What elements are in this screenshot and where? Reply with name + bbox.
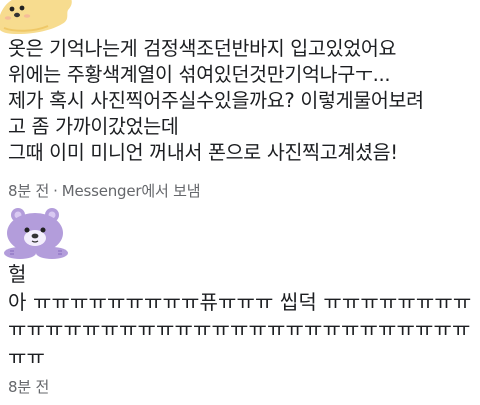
comment-line: 옷은 기억나는게 검정색조던반바지 입고있었어요 xyxy=(8,37,397,60)
comment-line: 아 ㅠㅠㅠㅠㅠㅠㅠㅠㅠ퓨ㅠㅠㅠ 씹덕 ㅠㅠㅠㅠㅠㅠㅠㅠ xyxy=(8,289,472,314)
timestamp[interactable]: 8분 전 xyxy=(8,182,49,200)
comment-text: 옷은 기억나는게 검정색조던반바지 입고있었어요 위에는 주황색계열이 섞여있던… xyxy=(8,36,474,166)
comment-line: 헐 xyxy=(8,262,27,286)
comment-line: 고 좀 가까이갔었는데 xyxy=(8,115,179,138)
yellow-bear-sticker-icon[interactable] xyxy=(0,0,74,38)
comment-meta: 8분 전 · Messenger에서 보냄 xyxy=(8,180,201,201)
comment-text: 헐 아 ㅠㅠㅠㅠㅠㅠㅠㅠㅠ퓨ㅠㅠㅠ 씹덕 ㅠㅠㅠㅠㅠㅠㅠㅠ ㅠㅠㅠㅠㅠㅠㅠㅠㅠㅠ… xyxy=(8,261,474,371)
timestamp[interactable]: 8분 전 xyxy=(8,378,49,396)
comment-line: ㅠㅠㅠㅠㅠㅠㅠㅠㅠㅠㅠㅠㅠㅠㅠㅠㅠㅠㅠㅠㅠㅠㅠㅠㅠ xyxy=(8,317,471,341)
comment-line: ㅠㅠ xyxy=(8,344,45,369)
sent-via-label: Messenger에서 보냄 xyxy=(61,182,201,200)
comment-line: 그때 이미 미니언 꺼내서 폰으로 사진찍고계셨음! xyxy=(8,141,398,164)
comment-meta: 8분 전 xyxy=(8,376,49,397)
meta-separator: · xyxy=(53,182,58,200)
purple-bear-sticker-icon[interactable] xyxy=(0,205,74,259)
comment-line: 제가 혹시 사진찍어주실수있을까요? 이렇게물어보려 xyxy=(8,89,424,112)
comment-line: 위에는 주황색계열이 섞여있던것만기억나구ㅜ... xyxy=(8,63,391,86)
